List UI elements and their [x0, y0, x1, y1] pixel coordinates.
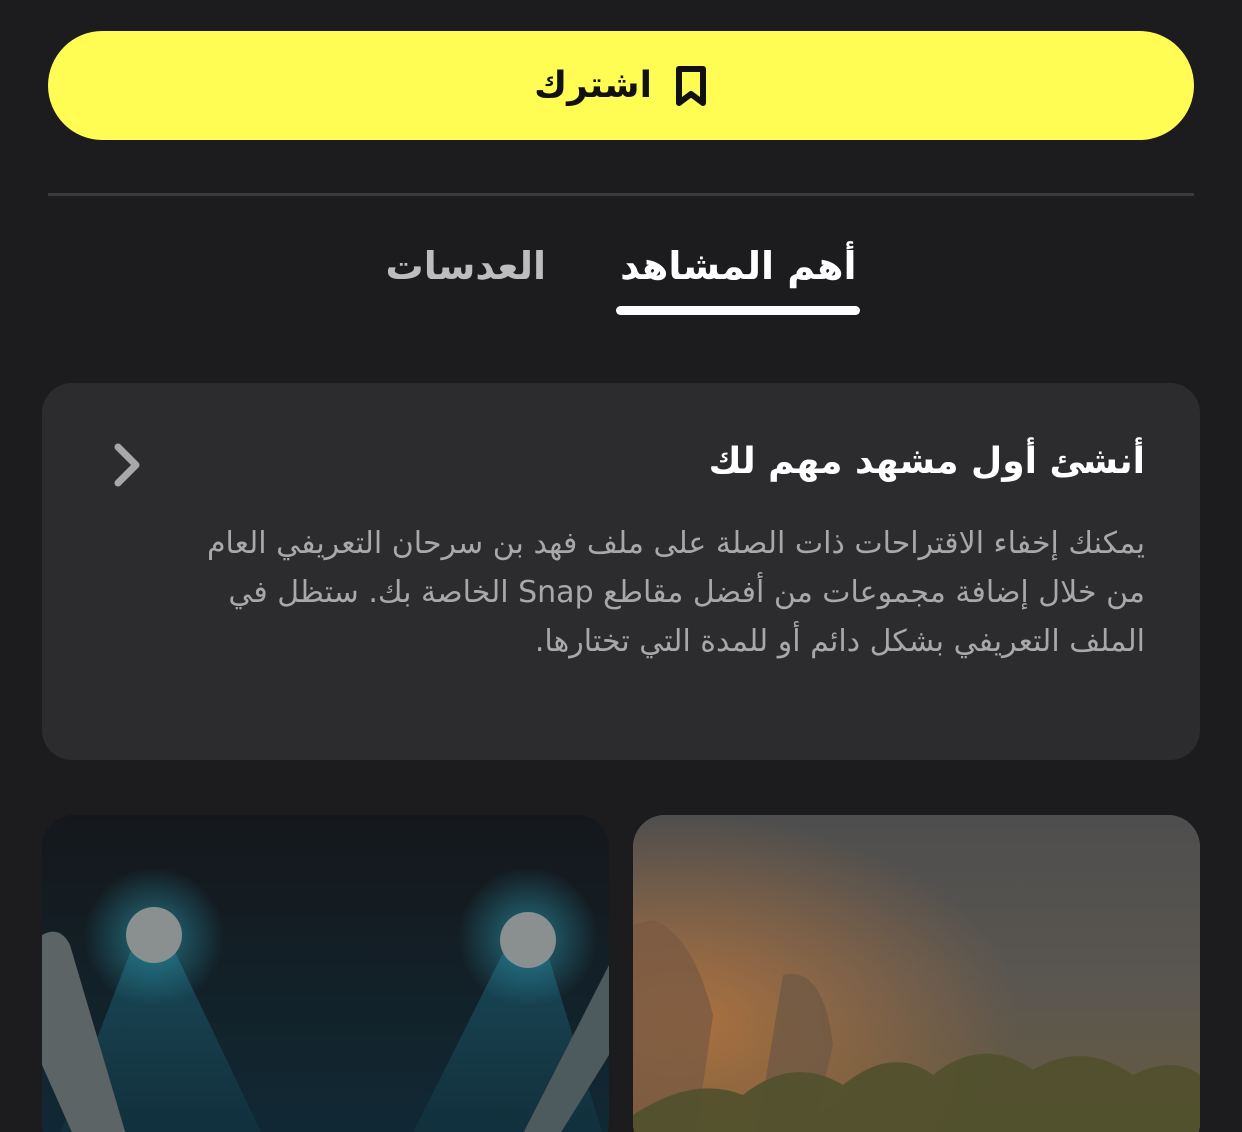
sunset-field-thumbnail[interactable] — [633, 815, 1200, 1132]
tab-highlights-label: أهم المشاهد — [620, 244, 857, 288]
card-description: يمكنك إخفاء الاقتراحات ذات الصلة على ملف… — [206, 526, 1145, 659]
chevron-right-icon[interactable] — [108, 439, 146, 491]
card-title: أنشئ أول مشهد مهم لك — [708, 441, 1145, 482]
tab-highlights[interactable]: أهم المشاهد — [616, 240, 861, 320]
create-highlight-card[interactable]: أنشئ أول مشهد مهم لك يمكنك إخفاء الاقترا… — [42, 383, 1200, 760]
active-tab-indicator — [616, 306, 861, 315]
tab-lenses[interactable]: العدسات — [382, 240, 551, 320]
tab-bar: أهم المشاهد العدسات — [0, 240, 1242, 320]
concert-lights-thumbnail[interactable] — [42, 815, 609, 1132]
tab-lenses-label: العدسات — [385, 244, 547, 288]
bookmark-icon — [675, 65, 706, 106]
concert-lights-image — [42, 815, 609, 1132]
subscribe-button[interactable]: اشترك — [48, 31, 1194, 140]
subscribe-label: اشترك — [534, 65, 652, 106]
divider — [48, 193, 1194, 196]
highlights-screen: اشترك أهم المشاهد العدسات أنشئ أول مشهد … — [0, 0, 1242, 1132]
sunset-field-image — [633, 815, 1200, 1132]
